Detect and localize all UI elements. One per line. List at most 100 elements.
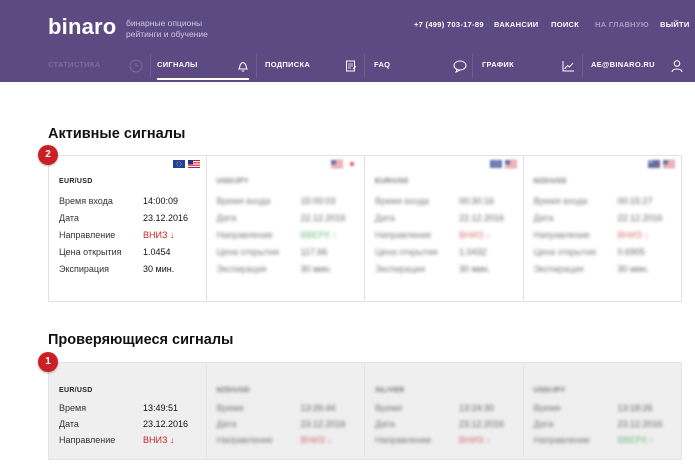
row-label: Дата [533, 213, 554, 223]
signal-row: Дата 23.12.2016 [59, 419, 199, 431]
row-label: Направление [375, 435, 432, 445]
row-label: Время [216, 403, 244, 413]
row-label: Направление [375, 230, 432, 240]
currency-flags [648, 160, 675, 168]
signal-row: Экспирация 30 мин. [534, 264, 674, 276]
tagline: бинарные опционы рейтинги и обучение [126, 18, 208, 39]
main-nav: СТАТИСТИКА СИГНАЛЫ ПОДПИСКА FAQ ГРАФИК A… [0, 54, 695, 82]
us-flag-icon [187, 160, 200, 168]
signal-row: Направление ВВЕРХ ↑ [534, 435, 674, 447]
row-label: Дата [59, 213, 79, 223]
currency-flags [172, 160, 200, 168]
chat-bubble-icon [453, 60, 467, 73]
signal-row: Дата 22.12.2016 [534, 213, 674, 225]
row-value: 23.12.2016 [300, 419, 346, 429]
signal-card[interactable]: USD/JPY Время 13:18:26 Дата 23.12.2016 Нап… [523, 362, 682, 460]
signal-card[interactable]: NZD/USD Время входа 00:15:27 Дата 22.12.20… [523, 155, 682, 302]
nav-subscription[interactable]: ПОДПИСКА [265, 54, 361, 80]
row-value: 13:24:30 [459, 403, 495, 413]
signal-row: Цена открытия 117.66 [217, 247, 357, 259]
nav-signals-label: СИГНАЛЫ [157, 60, 198, 69]
nav-subscription-label: ПОДПИСКА [265, 60, 311, 69]
nav-faq[interactable]: FAQ [374, 54, 468, 80]
row-label: Время [59, 403, 87, 413]
row-value: 22.12.2016 [300, 213, 346, 223]
phone-link[interactable]: +7 (499) 703-17-89 [414, 20, 484, 29]
signal-card[interactable]: NZD/USD Время 13:26:44 Дата 23.12.2016 Нап… [206, 362, 365, 460]
row-label: Экспирация [216, 264, 267, 274]
step-badge: 1 [38, 352, 58, 372]
direction-value: ВНИЗ ↓ [300, 435, 332, 445]
signal-row: Дата 22.12.2016 [217, 213, 357, 225]
row-label: Направление [533, 435, 590, 445]
nav-statistics[interactable]: СТАТИСТИКА [48, 54, 150, 80]
step-badge: 2 [38, 145, 58, 165]
checking-signals-list: EUR/USD Время 13:49:51 Дата 23.12.2016 Нап… [48, 362, 682, 460]
signal-row: Направление ВВЕРХ ↑ [217, 230, 357, 242]
row-label: Дата [533, 419, 554, 429]
row-label: Цена открытия [216, 247, 280, 257]
currency-pair: EUR/USD [375, 178, 409, 185]
row-value: 23.12.2016 [143, 419, 189, 429]
signal-row: Экспирация 30 мин. [217, 264, 357, 276]
signal-row: Экспирация 30 мин. [375, 264, 515, 276]
row-value: 13:49:51 [143, 403, 179, 413]
nav-divider [256, 54, 257, 78]
signal-row: Время входа 00:30:16 [375, 196, 515, 208]
active-signals-list: EUR/USD Время входа 14:00:09 Дата 23.12.20… [48, 155, 682, 302]
nav-signals[interactable]: СИГНАЛЫ [157, 54, 249, 80]
signal-card[interactable]: EUR/USD Время 13:49:51 Дата 23.12.2016 Нап… [48, 362, 207, 460]
signal-card[interactable]: USD/JPY Время входа 15:00:03 Дата 22.12.20… [206, 155, 365, 302]
row-label: Направление [533, 230, 590, 240]
signal-row: Направление ВНИЗ ↓ [217, 435, 357, 447]
nav-user[interactable]: AE@BINARO.RU [591, 54, 687, 80]
row-value: 23.12.2016 [143, 213, 189, 223]
signal-row: Время входа 15:00:03 [217, 196, 357, 208]
row-value: 13:18:26 [617, 403, 653, 413]
row-value: 1.0454 [143, 247, 171, 257]
signal-row: Время входа 00:15:27 [534, 196, 674, 208]
row-value: 0.6905 [617, 247, 646, 257]
currency-pair: USD/JPY [216, 178, 249, 185]
checking-signals-title: Проверяющиеся сигналы [48, 332, 234, 348]
signal-row: Время 13:18:26 [534, 403, 674, 415]
row-value: 22.12.2016 [617, 213, 663, 223]
signal-card[interactable]: EUR/USD Время входа 14:00:09 Дата 23.12.20… [48, 155, 207, 302]
chart-icon [562, 61, 574, 72]
nav-user-label: AE@BINARO.RU [591, 60, 655, 69]
currency-pair: USD/JPY [533, 387, 566, 394]
home-link[interactable]: НА ГЛАВНУЮ [595, 20, 649, 29]
logo[interactable]: binaro [48, 14, 116, 40]
signal-row: Время 13:24:30 [375, 403, 515, 415]
signal-row: Цена открытия 0.6905 [534, 247, 674, 259]
row-label: Время входа [59, 196, 113, 206]
nav-divider [582, 54, 583, 78]
search-link[interactable]: ПОИСК [551, 20, 579, 29]
currency-pair: EUR/USD [59, 387, 93, 394]
vacancies-link[interactable]: ВАКАНСИИ [494, 20, 538, 29]
clock-icon [129, 59, 143, 73]
signal-card[interactable]: SIL/VER Время 13:24:30 Дата 23.12.2016 Нап… [365, 362, 524, 460]
row-value: 23.12.2016 [617, 419, 663, 429]
row-value: 14:00:09 [143, 196, 179, 206]
row-label: Экспирация [375, 264, 425, 274]
signal-row: Направление ВНИЗ ↓ [534, 230, 674, 242]
row-value: 00:30:16 [459, 196, 495, 206]
us-flag-icon [663, 160, 675, 168]
logout-link[interactable]: ВЫЙТИ [660, 20, 690, 29]
nav-chart[interactable]: ГРАФИК [482, 54, 578, 80]
row-label: Дата [375, 419, 395, 429]
signal-row: Дата 23.12.2016 [534, 419, 674, 431]
signal-card[interactable]: EUR/USD Время входа 00:30:16 Дата 22.12.20… [365, 155, 524, 302]
direction-value: ВВЕРХ ↑ [617, 435, 655, 445]
row-value: 15:00:03 [300, 196, 336, 206]
row-value: 13:26:44 [300, 403, 336, 413]
currency-pair: NZD/USD [216, 387, 250, 394]
row-label: Направление [216, 435, 273, 445]
direction-value: ВНИЗ ↓ [617, 230, 649, 240]
row-value: 22.12.2016 [459, 213, 505, 223]
nav-faq-label: FAQ [374, 60, 391, 69]
signal-row: Направление ВНИЗ ↓ [59, 230, 199, 242]
direction-value: ВВЕРХ ↑ [300, 230, 338, 240]
row-value: 30 мин. [617, 264, 649, 274]
